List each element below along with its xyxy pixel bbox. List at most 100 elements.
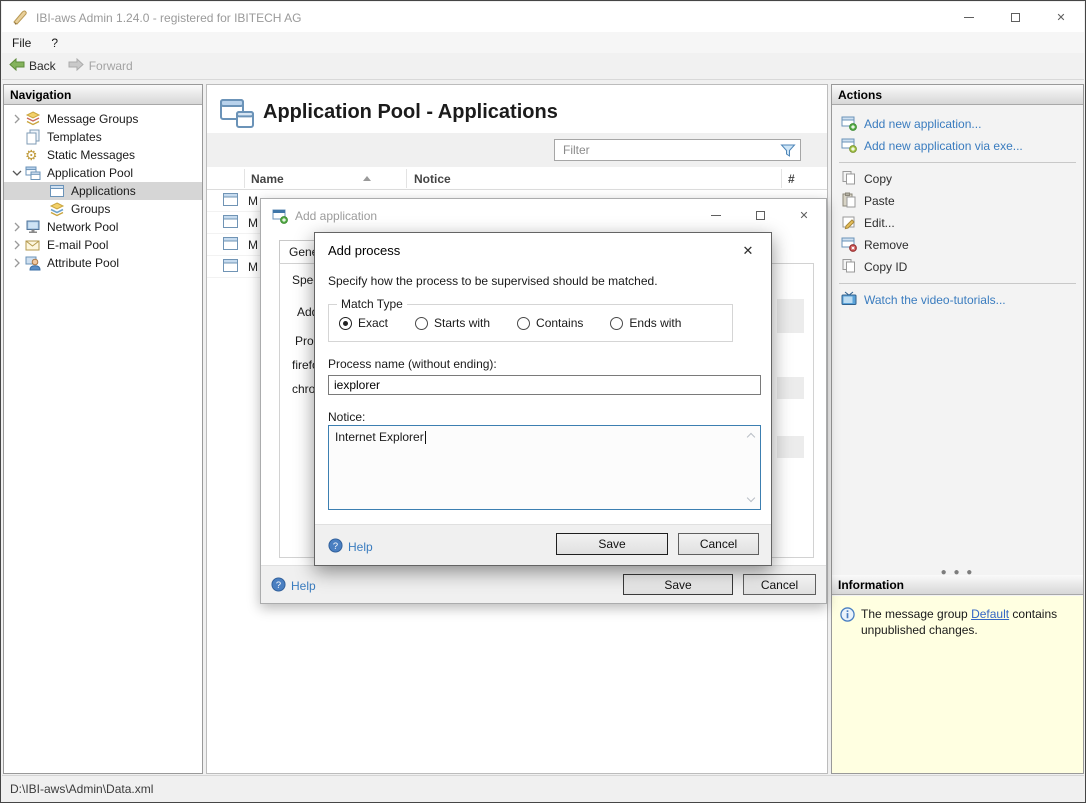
cancel-button[interactable]: Cancel — [678, 533, 759, 555]
action-label: Watch the video-tutorials... — [864, 293, 1006, 307]
chevron-down-icon[interactable] — [9, 165, 25, 181]
minimize-icon — [711, 214, 721, 216]
paste-action[interactable]: Paste — [832, 190, 1083, 212]
menu-file[interactable]: File — [2, 33, 41, 53]
back-label: Back — [29, 59, 56, 73]
match-type-groupbox: Match Type Exact Starts with Contains En… — [328, 297, 733, 342]
applications-header-icon — [219, 97, 255, 132]
scroll-down-icon[interactable] — [746, 493, 756, 503]
cancel-button[interactable]: Cancel — [743, 574, 816, 595]
maximize-button[interactable] — [992, 2, 1038, 32]
nav-item-attribute-pool[interactable]: Attribute Pool — [4, 254, 202, 272]
dialog-minimize-button[interactable] — [694, 199, 738, 231]
hidden-content-block — [777, 377, 804, 399]
nav-item-message-groups[interactable]: Message Groups — [4, 110, 202, 128]
filter-funnel-icon[interactable] — [780, 143, 796, 161]
svg-text:?: ? — [276, 580, 281, 590]
edit-action[interactable]: Edit... — [832, 212, 1083, 234]
scroll-up-icon[interactable] — [746, 432, 756, 442]
application-icon — [223, 192, 238, 209]
chevron-right-icon[interactable] — [9, 219, 25, 235]
application-icon — [223, 214, 238, 231]
copy-action[interactable]: Copy — [832, 168, 1083, 190]
radio-exact[interactable]: Exact — [339, 316, 388, 330]
process-name-input[interactable] — [328, 375, 761, 395]
minimize-button[interactable] — [946, 2, 992, 32]
nav-item-network-pool[interactable]: Network Pool — [4, 218, 202, 236]
help-link[interactable]: ? Help — [271, 577, 316, 595]
notice-value: Internet Explorer — [335, 430, 424, 444]
add-process-dialog: Add process ✕ Specify how the process to… — [314, 232, 772, 566]
column-notice[interactable]: Notice — [414, 172, 451, 186]
column-divider — [406, 169, 407, 188]
back-button[interactable]: Back — [2, 55, 62, 77]
notice-textarea[interactable]: Internet Explorer — [328, 425, 761, 510]
add-application-dialog-icon — [272, 208, 288, 227]
watch-video-tutorials-link[interactable]: Watch the video-tutorials... — [832, 289, 1083, 311]
help-link[interactable]: ? Help — [328, 538, 373, 556]
dialog-maximize-button[interactable] — [738, 199, 782, 231]
actions-list: Add new application... Add new applicati… — [832, 105, 1083, 311]
add-new-application-link[interactable]: Add new application... — [832, 113, 1083, 135]
help-label: Help — [291, 579, 316, 593]
nav-item-groups[interactable]: Groups — [4, 200, 202, 218]
forward-button[interactable]: Forward — [62, 55, 139, 77]
column-divider — [244, 169, 245, 188]
action-label: Paste — [864, 194, 895, 208]
remove-icon — [841, 236, 857, 255]
radio-icon — [415, 316, 429, 330]
copy-id-action[interactable]: Copy ID — [832, 256, 1083, 278]
edit-pencil-icon — [841, 214, 857, 233]
nav-item-application-pool[interactable]: Application Pool — [4, 164, 202, 182]
application-icon — [223, 258, 238, 275]
application-pool-icon — [25, 165, 41, 181]
close-button[interactable]: ✕ — [1038, 2, 1084, 32]
dialog-close-button[interactable]: ✕ — [736, 240, 760, 262]
radio-starts-with[interactable]: Starts with — [415, 316, 490, 330]
nav-item-email-pool[interactable]: E-mail Pool — [4, 236, 202, 254]
column-name[interactable]: Name — [251, 172, 284, 186]
column-count[interactable]: # — [788, 172, 795, 186]
chevron-right-icon[interactable] — [9, 111, 25, 127]
add-application-icon — [841, 115, 857, 134]
filter-input[interactable] — [555, 140, 800, 160]
copy-id-icon — [841, 258, 857, 277]
action-label: Add new application... — [864, 117, 982, 131]
actions-divider — [839, 283, 1076, 284]
nav-label: Attribute Pool — [47, 256, 120, 270]
match-description: Specify how the process to be supervised… — [328, 274, 658, 288]
remove-action[interactable]: Remove — [832, 234, 1083, 256]
dialog-close-button[interactable]: ✕ — [782, 199, 826, 231]
chevron-right-icon[interactable] — [9, 255, 25, 271]
info-text-before: The message group — [861, 607, 972, 621]
nav-label: Application Pool — [47, 166, 134, 180]
add-new-application-via-exe-link[interactable]: Add new application via exe... — [832, 135, 1083, 157]
nav-label: Groups — [71, 202, 111, 216]
radio-contains[interactable]: Contains — [517, 316, 583, 330]
save-button[interactable]: Save — [623, 574, 733, 595]
status-bar: D:\IBI-aws\Admin\Data.xml — [2, 775, 1084, 801]
navigation-toolbar: Back Forward — [2, 53, 1084, 80]
information-body: The message group Default contains unpub… — [832, 596, 1083, 773]
add-application-titlebar: Add application ✕ — [261, 199, 826, 233]
nav-label: Message Groups — [47, 112, 139, 126]
radio-ends-with[interactable]: Ends with — [610, 316, 681, 330]
data-file-path: D:\IBI-aws\Admin\Data.xml — [10, 781, 154, 796]
menu-help[interactable]: ? — [41, 33, 68, 53]
maximize-icon — [755, 210, 765, 220]
add-process-title: Add process — [328, 243, 401, 258]
save-button[interactable]: Save — [556, 533, 668, 555]
help-icon: ? — [328, 538, 343, 556]
default-group-link[interactable]: Default — [971, 607, 1009, 621]
save-label: Save — [664, 577, 692, 592]
chevron-right-icon[interactable] — [9, 237, 25, 253]
radio-selected-icon — [339, 316, 352, 330]
nav-item-templates[interactable]: Templates — [4, 128, 202, 146]
network-pool-icon — [25, 219, 41, 235]
nav-item-static-messages[interactable]: ⚙ Static Messages — [4, 146, 202, 164]
templates-icon — [25, 129, 41, 145]
nav-item-applications[interactable]: Applications — [4, 182, 202, 200]
radio-label: Ends with — [629, 316, 682, 330]
add-application-exe-icon — [841, 137, 857, 156]
